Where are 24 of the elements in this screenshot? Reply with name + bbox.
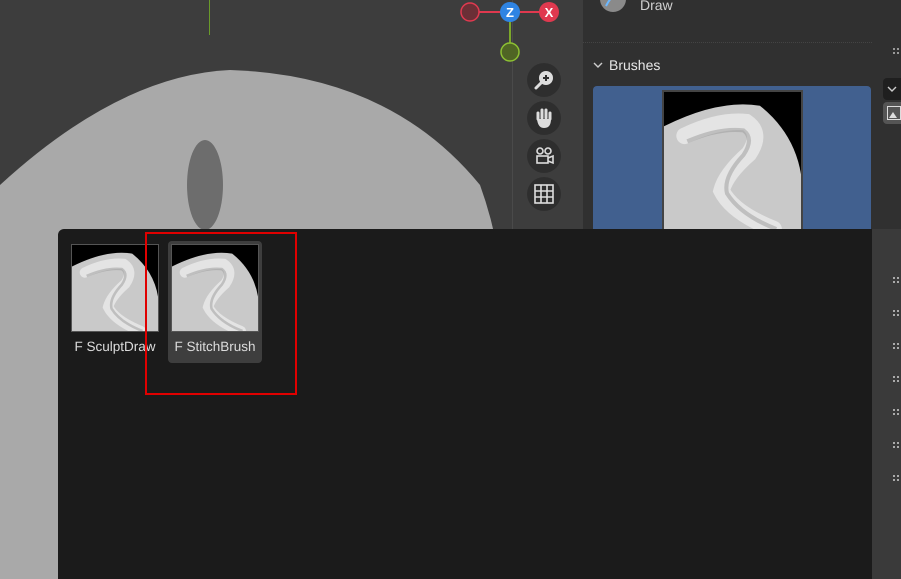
- dropdown-button[interactable]: [883, 78, 901, 100]
- drag-handle-icon[interactable]: [893, 310, 899, 316]
- drag-handle-icon[interactable]: [893, 343, 899, 349]
- drag-handle-icon[interactable]: [893, 376, 899, 382]
- chevron-icon: [887, 85, 897, 93]
- drag-handle-icon[interactable]: [893, 442, 899, 448]
- camera-icon[interactable]: [527, 139, 561, 173]
- tool-name: Draw: [640, 0, 673, 13]
- brush-asset-item[interactable]: F StitchBrush: [168, 241, 262, 364]
- image-icon: [887, 106, 901, 120]
- zoom-icon[interactable]: [527, 63, 561, 97]
- drag-handle-icon[interactable]: [893, 277, 899, 283]
- drag-handle-icon[interactable]: [893, 475, 899, 481]
- brushes-panel-header[interactable]: Brushes: [583, 51, 872, 79]
- grid-icon[interactable]: [527, 177, 561, 211]
- drag-handle-icon[interactable]: [893, 48, 899, 54]
- chevron-icon: [593, 60, 603, 70]
- axis-handle[interactable]: X: [539, 2, 559, 22]
- brush-name: F StitchBrush: [174, 338, 256, 356]
- image-button[interactable]: [883, 102, 901, 124]
- axis-handle[interactable]: Z: [500, 2, 520, 22]
- hand-icon[interactable]: [527, 101, 561, 135]
- drag-handle-icon[interactable]: [893, 409, 899, 415]
- axis-gizmo[interactable]: Z X: [459, 0, 561, 64]
